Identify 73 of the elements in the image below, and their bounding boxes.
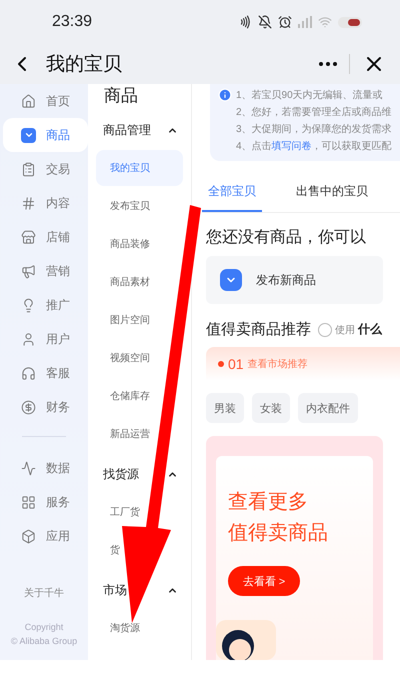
checkbox-label: 使用: [335, 324, 355, 336]
view-button[interactable]: 去看看 >: [228, 566, 300, 596]
promo-title: 值得卖商品: [228, 521, 329, 546]
sidebar-item[interactable]: 应用: [3, 519, 88, 553]
menu-item[interactable]: 我的宝贝: [96, 150, 183, 186]
about-link[interactable]: 关于千牛: [24, 586, 64, 600]
menu-group-header[interactable]: 商品管理: [96, 110, 184, 150]
sidebar-item[interactable]: 商品: [3, 118, 88, 152]
sidebar-item[interactable]: 用户: [3, 322, 88, 356]
notice-line: 4、点击填写问卷，可以获取更匹配: [236, 140, 392, 153]
menu-item[interactable]: 商品装修: [96, 226, 152, 262]
coin-icon: [21, 400, 36, 414]
notice-line: 1、若宝贝90天内无编辑、流量或: [236, 88, 384, 102]
section-title: 商品: [103, 85, 139, 107]
empty-heading: 您还没有商品，你可以: [206, 228, 367, 248]
notice-line: 3、大促期间，为保障您的发货需求: [236, 122, 392, 136]
hash-icon: [21, 196, 36, 210]
battery-icon: [338, 16, 362, 28]
category-chip[interactable]: 男装: [206, 393, 244, 423]
sidebar-item[interactable]: 推广: [3, 288, 88, 322]
sidebar-item[interactable]: 数据: [3, 451, 88, 485]
sidebar-item[interactable]: 服务: [3, 485, 88, 519]
chart-icon: [21, 460, 36, 476]
checkbox-label: 什么: [358, 321, 382, 338]
menu-item[interactable]: 工厂货: [96, 494, 142, 530]
menu-item[interactable]: 发布宝贝: [96, 188, 152, 224]
sidebar-item[interactable]: 内容: [3, 186, 88, 220]
grid-icon: [21, 494, 36, 510]
nfc-icon: [238, 15, 252, 29]
info-icon: [218, 88, 232, 102]
step-dot-icon: [218, 361, 224, 367]
recommend-title: 值得卖商品推荐: [206, 320, 311, 339]
cube-icon: [21, 528, 36, 544]
menu-group-header[interactable]: 找货源: [96, 454, 184, 494]
sidebar-item[interactable]: 首页: [3, 84, 88, 118]
menu-item[interactable]: 图片空间: [96, 302, 152, 338]
store-icon: [21, 230, 36, 244]
menu-item[interactable]: 视频空间: [96, 340, 152, 376]
sidebar-item[interactable]: 客服: [3, 356, 88, 390]
menu-group-header[interactable]: 市场: [96, 570, 184, 610]
clipboard-icon: [21, 162, 36, 176]
menu-item[interactable]: 货: [96, 532, 122, 568]
survey-link[interactable]: 填写问卷: [272, 141, 312, 152]
tab[interactable]: 全部宝贝: [202, 177, 262, 212]
bell-off-icon: [258, 15, 272, 29]
menu-item[interactable]: 新品运营: [96, 416, 152, 452]
checkbox[interactable]: [318, 322, 332, 336]
menu-item[interactable]: 淘货源: [96, 610, 142, 646]
alarm-icon: [278, 15, 292, 29]
step-label: 查看市场推荐: [248, 358, 308, 371]
wifi-icon: [318, 15, 332, 29]
sidebar-item[interactable]: 交易: [3, 152, 88, 186]
sidebar-item[interactable]: 财务: [3, 390, 88, 424]
tab[interactable]: 出售中的宝贝: [290, 177, 374, 212]
publish-button[interactable]: 发布新商品: [206, 256, 383, 304]
sidebar-item[interactable]: 店铺: [3, 220, 88, 254]
menu-item[interactable]: 仓储库存: [96, 378, 152, 414]
category-chip[interactable]: 内衣配件: [298, 393, 358, 423]
company-text: © Alibaba Group: [10, 636, 78, 646]
headset-icon: [21, 366, 36, 380]
promo-title: 查看更多: [228, 490, 309, 515]
notice-line: 2、您好，若需要管理全店或商品维: [236, 106, 392, 119]
sidebar-item[interactable]: 营销: [3, 254, 88, 288]
signal-icon: [298, 16, 312, 28]
menu-item[interactable]: 商品素材: [96, 264, 152, 300]
megaphone-icon: [21, 264, 36, 278]
category-chip[interactable]: 女装: [252, 393, 290, 423]
home-icon: [21, 94, 36, 108]
copyright-text: Copyright: [24, 622, 64, 632]
step-number: 01: [228, 356, 244, 372]
clock-time: 23:39: [52, 13, 92, 31]
user-icon: [21, 332, 36, 346]
page-title: 我的宝贝: [46, 53, 123, 77]
